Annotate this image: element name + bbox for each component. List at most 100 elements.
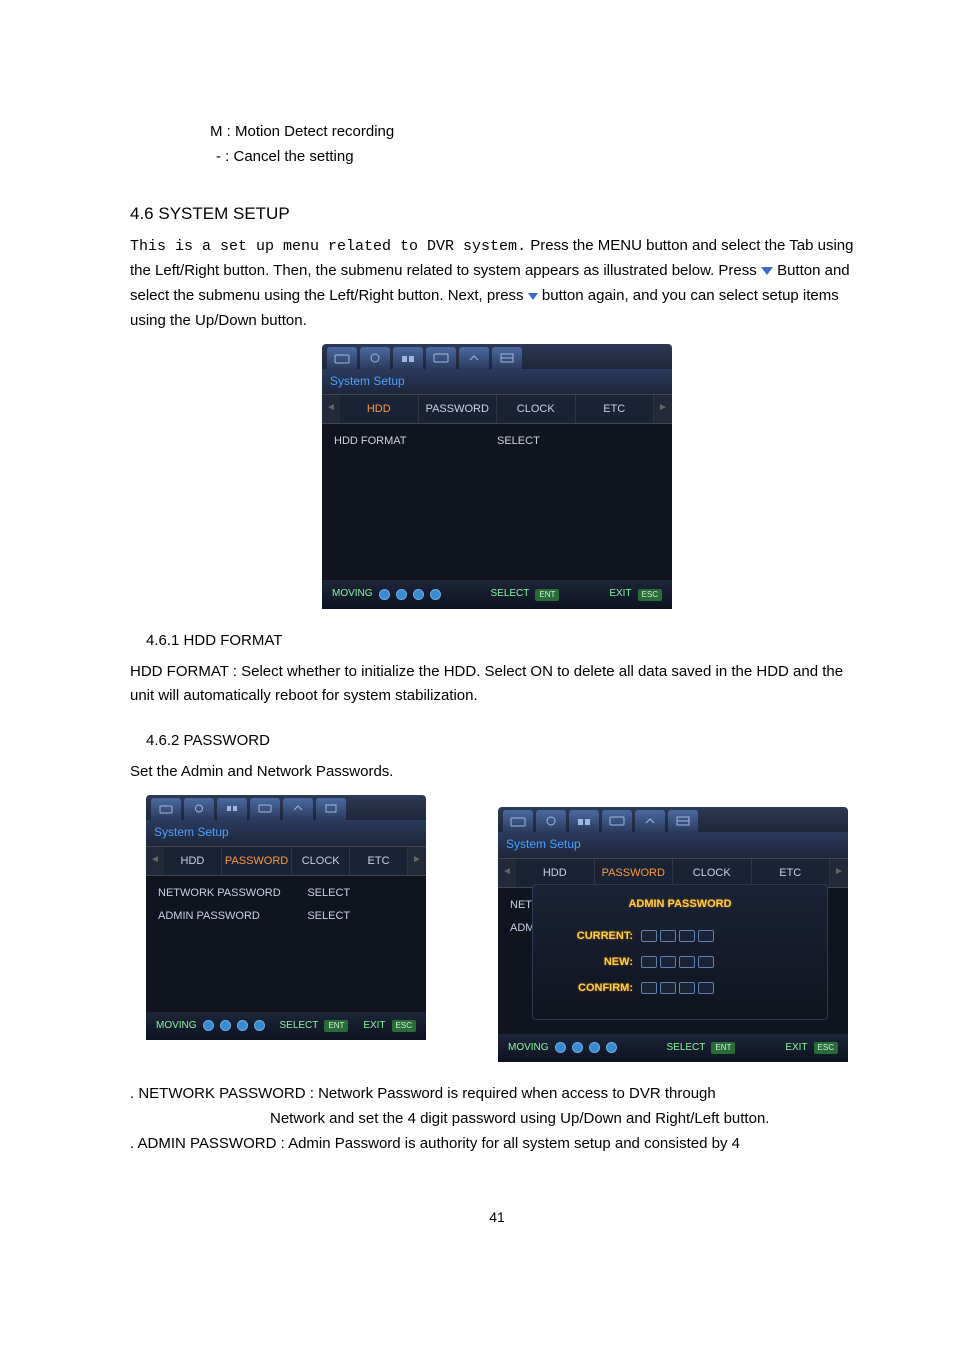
digit-slot[interactable]: [679, 982, 695, 994]
footer-select-label: SELECT: [666, 1040, 705, 1057]
top-tab-icon[interactable]: [184, 798, 214, 820]
dvr2-adm-label: ADMIN PASSWORD: [158, 907, 307, 925]
popup-row-new[interactable]: NEW:: [547, 953, 813, 971]
bullet-m: M : Motion Detect recording: [130, 120, 864, 145]
dvr1-row-hddformat[interactable]: HDD FORMAT SELECT: [334, 432, 660, 450]
admin-password-line: . ADMIN PASSWORD : Admin Password is aut…: [130, 1132, 864, 1157]
top-tab-icon[interactable]: [668, 810, 698, 832]
dvr1-footer: MOVING SELECT ENT EXIT ESC: [322, 580, 672, 609]
arrow-key-icon: [379, 589, 390, 600]
top-tab-icon[interactable]: [492, 347, 522, 369]
dvr1-subtabs: ◄ HDD PASSWORD CLOCK ETC ►: [322, 394, 672, 424]
top-tab-icon[interactable]: [393, 347, 423, 369]
arrow-key-icon: [589, 1042, 600, 1053]
arrow-key-icon: [396, 589, 407, 600]
scroll-right-icon[interactable]: ►: [830, 859, 848, 887]
arrow-key-icon: [572, 1042, 583, 1053]
dvr3-top-tabs: [498, 807, 848, 832]
subtab-hdd[interactable]: HDD: [164, 847, 222, 875]
top-tab-icon[interactable]: [602, 810, 632, 832]
dvr3-title: System Setup: [498, 832, 848, 858]
popup-title: ADMIN PASSWORD: [547, 895, 813, 913]
dvr2-adm-value: SELECT: [307, 907, 414, 925]
esc-key-icon: ESC: [638, 589, 662, 601]
esc-key-icon: ESC: [392, 1020, 416, 1032]
top-tab-icon[interactable]: [635, 810, 665, 832]
hdd-format-text-content: HDD FORMAT : Select whether to initializ…: [130, 663, 843, 705]
dvr2-row-network-password[interactable]: NETWORK PASSWORD SELECT: [158, 884, 414, 902]
subtab-etc[interactable]: ETC: [350, 847, 408, 875]
subtab-password[interactable]: PASSWORD: [595, 859, 674, 887]
digit-slot[interactable]: [660, 930, 676, 942]
popup-new-field[interactable]: [641, 956, 714, 968]
footer-moving-label: MOVING: [156, 1018, 197, 1035]
subtab-clock[interactable]: CLOCK: [673, 859, 752, 887]
dvr2-row-admin-password[interactable]: ADMIN PASSWORD SELECT: [158, 907, 414, 925]
digit-slot[interactable]: [679, 930, 695, 942]
top-tab-icon[interactable]: [283, 798, 313, 820]
top-tab-icon[interactable]: [503, 810, 533, 832]
digit-slot[interactable]: [679, 956, 695, 968]
dvr2-net-label: NETWORK PASSWORD: [158, 884, 307, 902]
dvr3-body: NET ADM ADMIN PASSWORD CURRENT:: [498, 888, 848, 1034]
bullet-m-text: M : Motion Detect recording: [210, 123, 394, 140]
subtab-password[interactable]: PASSWORD: [222, 847, 292, 875]
digit-slot[interactable]: [660, 982, 676, 994]
arrow-key-icon: [220, 1020, 231, 1031]
digit-slot[interactable]: [698, 982, 714, 994]
para1a: This is a set up menu related to DVR sys…: [130, 238, 526, 255]
popup-row-confirm[interactable]: CONFIRM:: [547, 979, 813, 997]
page-number: 41: [130, 1206, 864, 1229]
arrow-key-icon: [203, 1020, 214, 1031]
dvr2-footer: MOVING SELECT ENT EXIT ESC: [146, 1012, 426, 1041]
heading-4-6: 4.6 SYSTEM SETUP: [130, 200, 864, 228]
digit-slot[interactable]: [641, 956, 657, 968]
digit-slot[interactable]: [641, 982, 657, 994]
top-tab-icon[interactable]: [536, 810, 566, 832]
footer-select-label: SELECT: [490, 586, 529, 603]
top-tab-icon[interactable]: [360, 347, 390, 369]
popup-current-field[interactable]: [641, 930, 714, 942]
subtab-clock[interactable]: CLOCK: [292, 847, 350, 875]
popup-confirm-field[interactable]: [641, 982, 714, 994]
digit-slot[interactable]: [698, 930, 714, 942]
footer-exit-label: EXIT: [785, 1040, 807, 1057]
top-tab-icon[interactable]: [250, 798, 280, 820]
subtab-hdd[interactable]: HDD: [516, 859, 595, 887]
scroll-right-icon[interactable]: ►: [408, 847, 426, 875]
scroll-left-icon[interactable]: ◄: [498, 859, 516, 887]
top-tab-icon[interactable]: [151, 798, 181, 820]
popup-row-current[interactable]: CURRENT:: [547, 927, 813, 945]
subtab-hdd[interactable]: HDD: [340, 395, 419, 423]
arrow-key-icon: [237, 1020, 248, 1031]
subtab-clock[interactable]: CLOCK: [497, 395, 576, 423]
digit-slot[interactable]: [641, 930, 657, 942]
top-tab-icon[interactable]: [569, 810, 599, 832]
down-arrow-small-icon: [528, 293, 538, 300]
dvr3-adm-short: ADM: [510, 919, 534, 937]
heading-4-6-1: 4.6.1 HDD FORMAT: [130, 629, 864, 654]
top-tab-icon[interactable]: [327, 347, 357, 369]
footer-moving-label: MOVING: [332, 586, 373, 603]
popup-current-label: CURRENT:: [547, 927, 641, 945]
arrow-key-icon: [606, 1042, 617, 1053]
top-tab-icon[interactable]: [217, 798, 247, 820]
top-tab-icon[interactable]: [459, 347, 489, 369]
subtab-etc[interactable]: ETC: [752, 859, 831, 887]
scroll-right-icon[interactable]: ►: [654, 395, 672, 423]
scroll-left-icon[interactable]: ◄: [322, 395, 340, 423]
ent-key-icon: ENT: [535, 589, 559, 601]
dvr2-title: System Setup: [146, 820, 426, 846]
digit-slot[interactable]: [698, 956, 714, 968]
footer-exit-label: EXIT: [609, 586, 631, 603]
dvr-panel-admin-password-popup: System Setup ◄ HDD PASSWORD CLOCK ETC ► …: [498, 807, 848, 1062]
dvr-panel-hdd: System Setup ◄ HDD PASSWORD CLOCK ETC ► …: [322, 344, 672, 609]
top-tab-icon[interactable]: [316, 798, 346, 820]
bullet-dash-text: - : Cancel the setting: [216, 148, 354, 165]
top-tab-icon[interactable]: [426, 347, 456, 369]
dvr1-title: System Setup: [322, 369, 672, 395]
subtab-password[interactable]: PASSWORD: [419, 395, 498, 423]
scroll-left-icon[interactable]: ◄: [146, 847, 164, 875]
subtab-etc[interactable]: ETC: [576, 395, 655, 423]
digit-slot[interactable]: [660, 956, 676, 968]
